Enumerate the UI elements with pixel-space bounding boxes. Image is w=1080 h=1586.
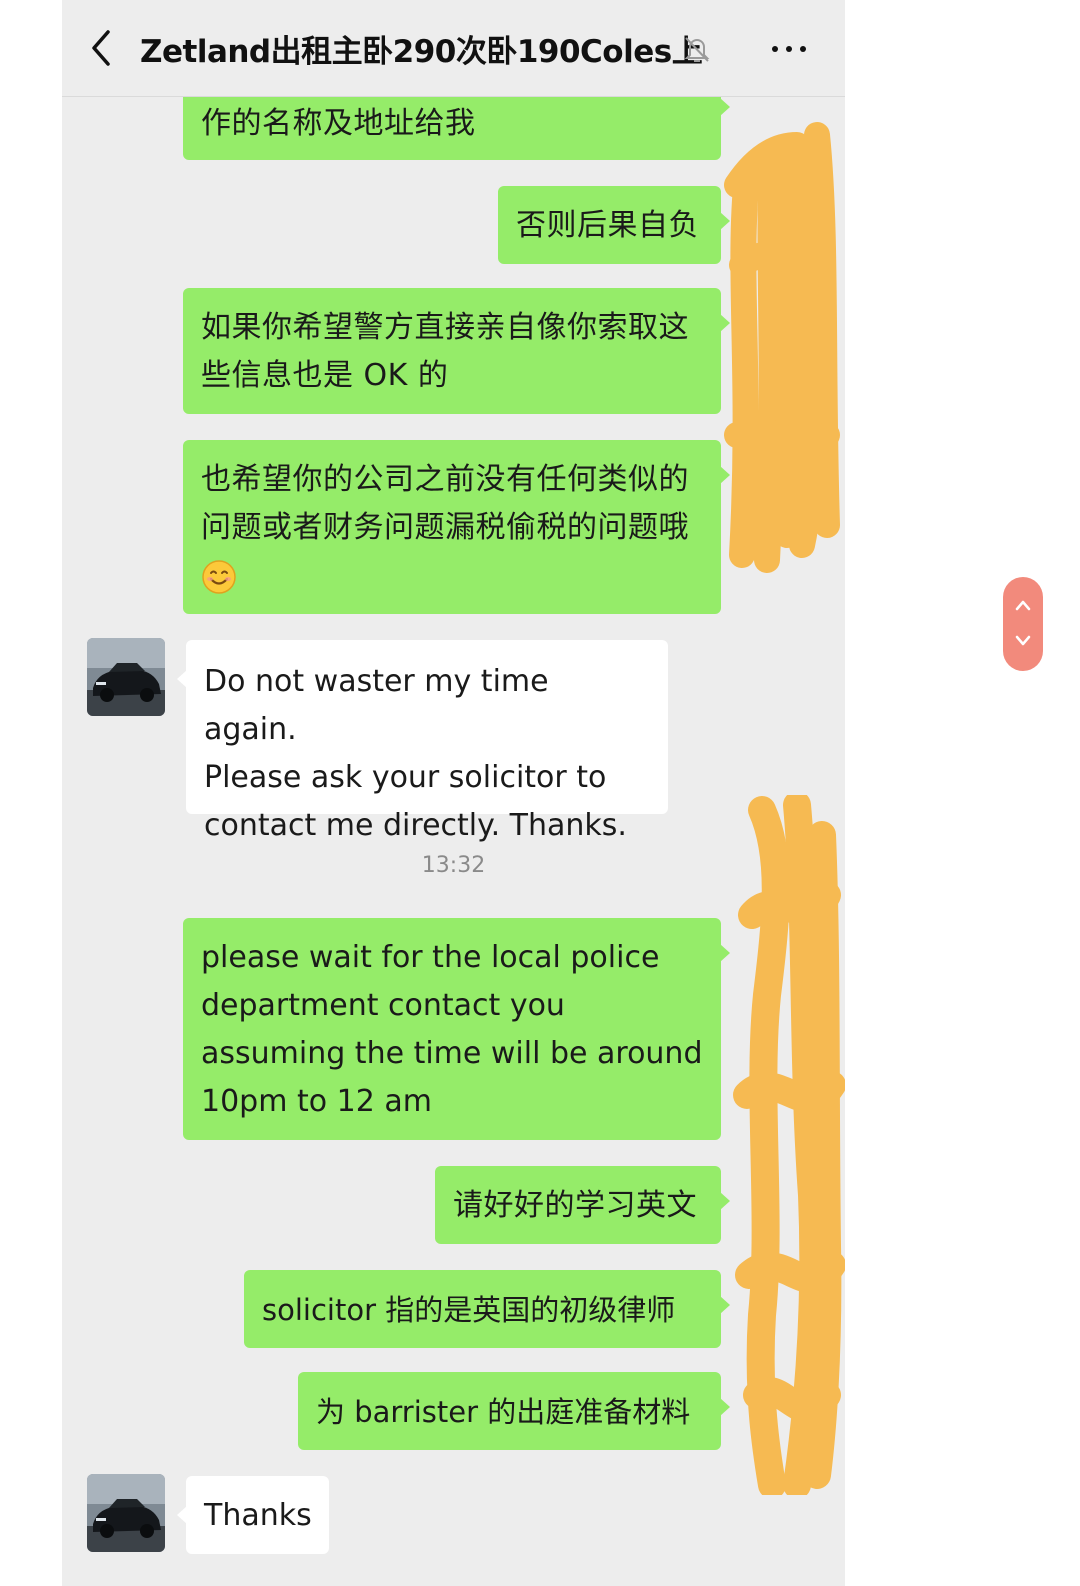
sent-message-bubble[interactable]: solicitor 指的是英国的初级律师 [244,1270,730,1348]
contact-avatar[interactable] [87,638,165,716]
back-chevron-icon [92,30,110,66]
message-text-line: please wait for the local police [201,940,660,975]
message-text-line: 如果你希望警方直接亲自像你索取这 [201,310,689,345]
more-options-button[interactable] [764,30,814,66]
message-text: solicitor 指的是英国的初级律师 [262,1293,676,1327]
message-text-line: 些信息也是 OK 的 [201,358,449,393]
contact-avatar[interactable] [87,1474,165,1552]
message-text-line: 问题或者财务问题漏税偷税的问题哦 [201,510,689,545]
message-text-line: contact me directly. Thanks. [204,808,627,843]
sent-message-bubble[interactable]: 请好好的学习英文 [435,1166,730,1244]
message-text-line: assuming the time will be around [201,1036,703,1071]
scroll-navigation-control[interactable] [1003,577,1043,671]
sent-message-bubble[interactable]: 否则后果自负 [498,186,730,264]
message-text-line: Please ask your solicitor to [204,760,607,795]
sent-message-bubble[interactable]: 如果你希望警方直接亲自像你索取这 些信息也是 OK 的 [183,288,730,414]
message-text: 否则后果自负 [516,208,699,243]
more-dots-icon [772,46,778,52]
sent-message-bubble[interactable]: 也希望你的公司之前没有任何类似的 问题或者财务问题漏税偷税的问题哦 [183,440,730,614]
sent-message-bubble[interactable]: please wait for the local police departm… [183,918,730,1140]
message-text: Thanks [204,1498,312,1533]
sent-message-bubble[interactable]: 为 barrister 的出庭准备材料 [298,1372,730,1450]
message-text: 为 barrister 的出庭准备材料 [316,1395,691,1429]
message-text-line: department contact you [201,988,565,1023]
chevron-up-icon[interactable] [1015,599,1031,611]
received-message-bubble[interactable]: Thanks [177,1476,329,1554]
message-text-line: 10pm to 12 am [201,1084,432,1119]
received-message-bubble[interactable]: Do not waster my time again. Please ask … [177,640,668,843]
car-avatar-icon [87,1474,165,1552]
back-button[interactable] [86,28,116,68]
chat-header: Zetland出租主卧290次卧190Coles上 [62,0,845,97]
mute-bell-icon [684,37,710,62]
message-timestamp: 13:32 [421,853,486,878]
message-text-line: 也希望你的公司之前没有任何类似的 [201,462,689,497]
chat-window: Zetland出租主卧290次卧190Coles上 作的名称及地址给我 否则后果… [62,0,845,1586]
redaction-scribble [724,122,840,573]
more-dots-icon [800,46,806,52]
car-avatar-icon [87,638,165,716]
chevron-down-icon[interactable] [1015,635,1031,647]
chat-title: Zetland出租主卧290次卧190Coles上 [140,34,703,70]
message-text-line: Do not waster my time again. [204,664,549,747]
more-dots-icon [786,46,792,52]
smiling-face-emoji-icon [202,559,236,594]
redaction-scribble [733,795,845,1495]
message-text: 作的名称及地址给我 [201,106,476,141]
message-text: 请好好的学习英文 [453,1188,697,1223]
